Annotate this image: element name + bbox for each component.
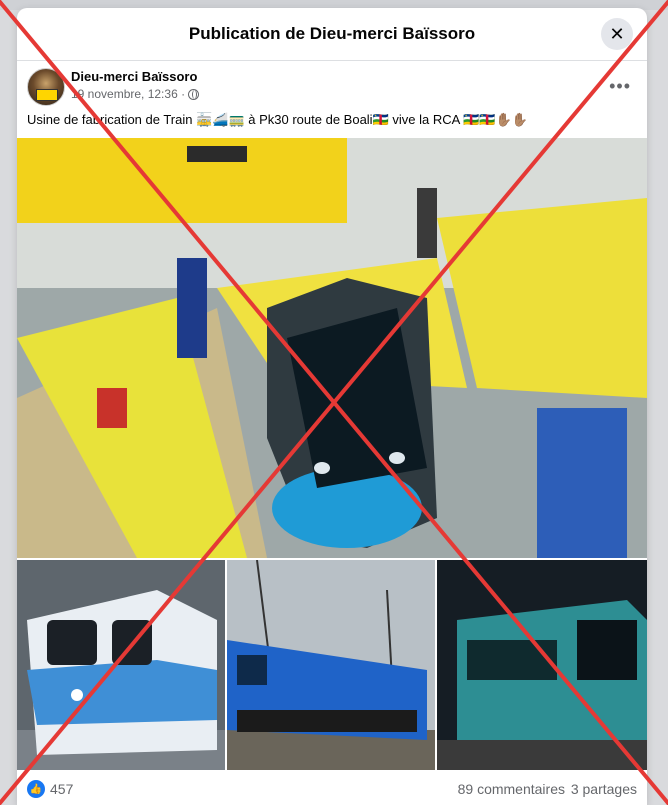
post-dialog: Publication de Dieu-merci Baïssoro ✕ Die…: [17, 8, 647, 805]
author-name[interactable]: Dieu-merci Baïssoro: [71, 69, 197, 84]
post-timestamp[interactable]: 19 novembre, 12:36 ·: [71, 87, 185, 101]
avatar-badge: [36, 89, 58, 101]
post-footer: 👍 457 89 commentaires 3 partages: [17, 773, 647, 805]
photo-thumbnail-locomotive[interactable]: [227, 560, 435, 770]
post-meta: 19 novembre, 12:36 ·: [71, 87, 200, 101]
share-count[interactable]: 3 partages: [571, 781, 637, 797]
like-icon[interactable]: 👍: [27, 780, 45, 798]
photo-thumbnail-night-train[interactable]: [437, 560, 647, 770]
close-button[interactable]: ✕: [601, 18, 633, 50]
like-count[interactable]: 457: [50, 781, 73, 797]
main-photo[interactable]: [17, 138, 647, 558]
avatar[interactable]: [27, 68, 65, 106]
more-options-button[interactable]: •••: [609, 76, 631, 97]
dialog-title: Publication de Dieu-merci Baïssoro: [188, 24, 476, 43]
post-header: Dieu-merci Baïssoro 19 novembre, 12:36 ·…: [27, 68, 637, 108]
comment-count[interactable]: 89 commentaires: [458, 781, 565, 797]
close-icon: ✕: [609, 23, 625, 44]
photo-thumbnail-metro[interactable]: [17, 560, 225, 770]
globe-icon: [188, 88, 200, 100]
post-caption: Usine de fabrication de Train 🚋🚄🚃 à Pk30…: [27, 112, 528, 127]
dialog-header: Publication de Dieu-merci Baïssoro ✕: [17, 8, 647, 61]
